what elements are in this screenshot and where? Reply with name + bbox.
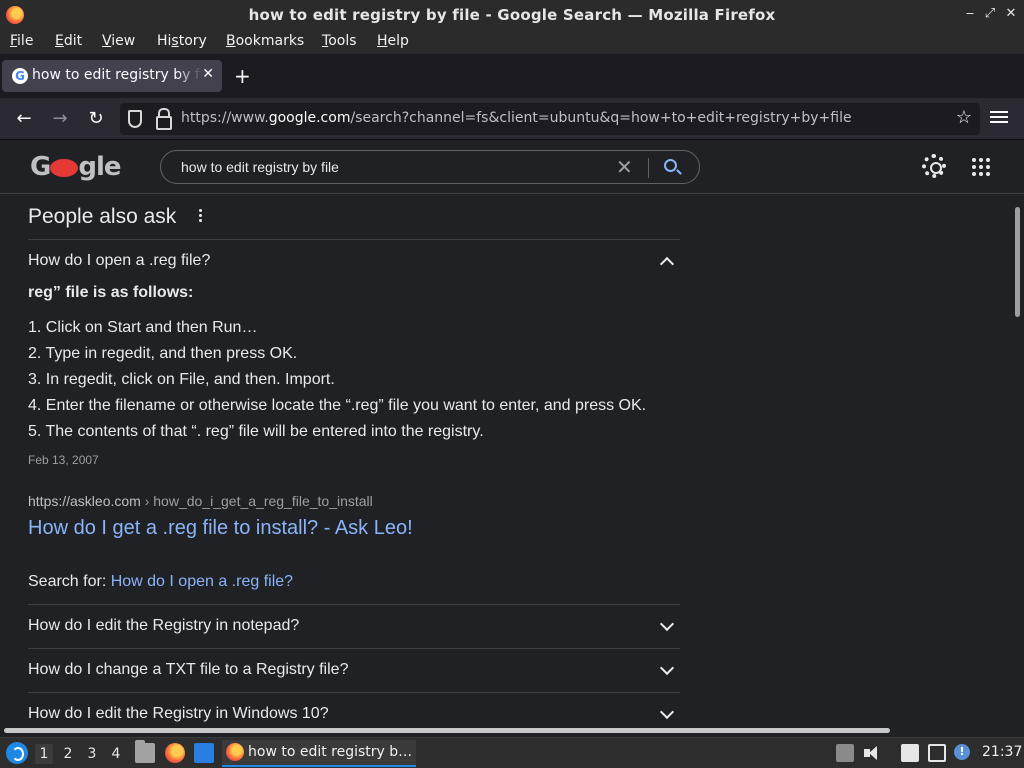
vertical-scrollbar[interactable] <box>1012 195 1024 727</box>
network-icon[interactable] <box>928 744 946 762</box>
workspace-4[interactable]: 4 <box>107 744 125 764</box>
settings-gear-icon[interactable] <box>922 154 946 178</box>
answer-date: Feb 13, 2007 <box>28 453 99 467</box>
search-results: People also ask How do I open a .reg fil… <box>0 195 1012 727</box>
new-tab-icon[interactable]: + <box>234 66 251 86</box>
answer-step: 3. In regedit, click on File, and then. … <box>28 371 335 388</box>
workspace-3[interactable]: 3 <box>83 744 101 764</box>
menu-bookmarks[interactable]: Bookmarks <box>226 33 304 49</box>
chevron-up-icon[interactable] <box>659 256 675 272</box>
tab-close-icon[interactable]: ✕ <box>202 66 214 82</box>
doodle-icon <box>50 158 79 177</box>
clipboard-icon[interactable] <box>901 744 919 762</box>
show-desktop-icon[interactable] <box>194 743 214 763</box>
answer-step: 1. Click on Start and then Run… <box>28 319 258 336</box>
menubar: File Edit View History Bookmarks Tools H… <box>0 30 1024 54</box>
workspace-1[interactable]: 1 <box>35 744 53 764</box>
back-arrow-icon[interactable]: ← <box>12 107 36 131</box>
result-title-link[interactable]: How do I get a .reg file to install? - A… <box>28 517 413 540</box>
question-expanded[interactable]: How do I open a .reg file? <box>28 252 210 270</box>
menu-help[interactable]: Help <box>377 33 409 49</box>
maximize-icon[interactable]: ⤢ <box>982 5 998 23</box>
answer-step: 2. Type in regedit, and then press OK. <box>28 345 298 362</box>
tab-strip: G how to edit registry by file - Google … <box>0 54 1024 98</box>
divider <box>28 239 680 240</box>
start-menu-icon[interactable] <box>6 742 28 764</box>
divider <box>28 604 680 605</box>
people-also-ask-heading: People also ask <box>28 205 177 228</box>
forward-arrow-icon[interactable]: → <box>48 107 72 131</box>
taskbar: 1 2 3 4 how to edit registry b… ! 21:37 <box>0 737 1024 768</box>
answer-step: 5. The contents of that “. reg” file wil… <box>28 423 484 440</box>
chevron-down-icon[interactable] <box>659 660 675 676</box>
menu-view[interactable]: View <box>102 33 135 49</box>
clear-search-icon[interactable]: ✕ <box>616 155 633 179</box>
navigation-toolbar: ← → ↻ https://www.google.com/search?chan… <box>0 98 1024 140</box>
horizontal-scrollbar[interactable] <box>0 727 1012 735</box>
chevron-down-icon[interactable] <box>659 704 675 720</box>
url-bar[interactable]: https://www.google.com/search?channel=fs… <box>120 103 980 135</box>
taskbar-window-label: how to edit registry b… <box>248 744 413 760</box>
tracking-protection-shield-icon[interactable] <box>128 110 142 128</box>
answer-steps: 1. Click on Start and then Run… 2. Type … <box>28 315 646 445</box>
google-header: Ggle ✕ <box>0 140 1024 194</box>
lock-icon[interactable] <box>155 108 172 130</box>
close-icon[interactable]: ✕ <box>1003 5 1019 23</box>
clock[interactable]: 21:37 <box>982 744 1022 760</box>
document-tray-icon[interactable] <box>836 744 854 762</box>
window-titlebar: how to edit registry by file - Google Se… <box>0 0 1024 30</box>
chevron-down-icon[interactable] <box>659 616 675 632</box>
firefox-launcher-icon[interactable] <box>165 743 185 763</box>
question-collapsed[interactable]: How do I edit the Registry in Windows 10… <box>28 705 329 723</box>
window-title: how to edit registry by file - Google Se… <box>248 6 776 24</box>
menu-history[interactable]: History <box>157 33 207 49</box>
menu-edit[interactable]: Edit <box>55 33 82 49</box>
search-for-link[interactable]: How do I open a .reg file? <box>111 573 293 590</box>
search-box[interactable]: ✕ <box>160 150 700 184</box>
google-icon: G <box>12 68 28 84</box>
menu-tools[interactable]: Tools <box>322 33 357 49</box>
question-collapsed[interactable]: How do I change a TXT file to a Registry… <box>28 661 348 679</box>
google-logo[interactable]: Ggle <box>30 152 122 182</box>
firefox-icon <box>226 743 244 761</box>
answer-step: 4. Enter the filename or otherwise locat… <box>28 397 647 414</box>
file-manager-icon[interactable] <box>135 740 155 763</box>
volume-icon[interactable] <box>863 744 881 762</box>
more-options-icon[interactable] <box>199 209 203 223</box>
search-divider <box>648 158 649 178</box>
minimize-icon[interactable]: ‒ <box>962 5 978 23</box>
question-collapsed[interactable]: How do I edit the Registry in notepad? <box>28 617 299 635</box>
app-menu-icon[interactable] <box>990 108 1008 128</box>
workspace-2[interactable]: 2 <box>59 744 77 764</box>
scrollbar-thumb[interactable] <box>1015 207 1020 317</box>
divider <box>28 648 680 649</box>
apps-grid-icon[interactable] <box>972 158 990 176</box>
tab-google-search[interactable]: G how to edit registry by file - Google … <box>2 60 222 92</box>
url-text[interactable]: https://www.google.com/search?channel=fs… <box>181 110 852 126</box>
search-input[interactable] <box>181 157 611 177</box>
menu-file[interactable]: File <box>10 33 33 49</box>
search-for-line: Search for: How do I open a .reg file? <box>28 573 294 590</box>
scrollbar-thumb[interactable] <box>4 728 890 733</box>
taskbar-firefox-window[interactable]: how to edit registry b… <box>222 740 416 767</box>
update-notifier-icon[interactable]: ! <box>954 744 970 760</box>
bookmark-star-icon[interactable]: ☆ <box>956 107 972 128</box>
result-cite[interactable]: https://askleo.com › how_do_i_get_a_reg_… <box>28 493 373 509</box>
answer-heading: reg” file is as follows: <box>28 284 194 301</box>
search-icon[interactable] <box>664 159 677 172</box>
reload-icon[interactable]: ↻ <box>84 107 108 131</box>
divider <box>28 692 680 693</box>
tab-title: how to edit registry by file - Google Se… <box>32 67 202 83</box>
